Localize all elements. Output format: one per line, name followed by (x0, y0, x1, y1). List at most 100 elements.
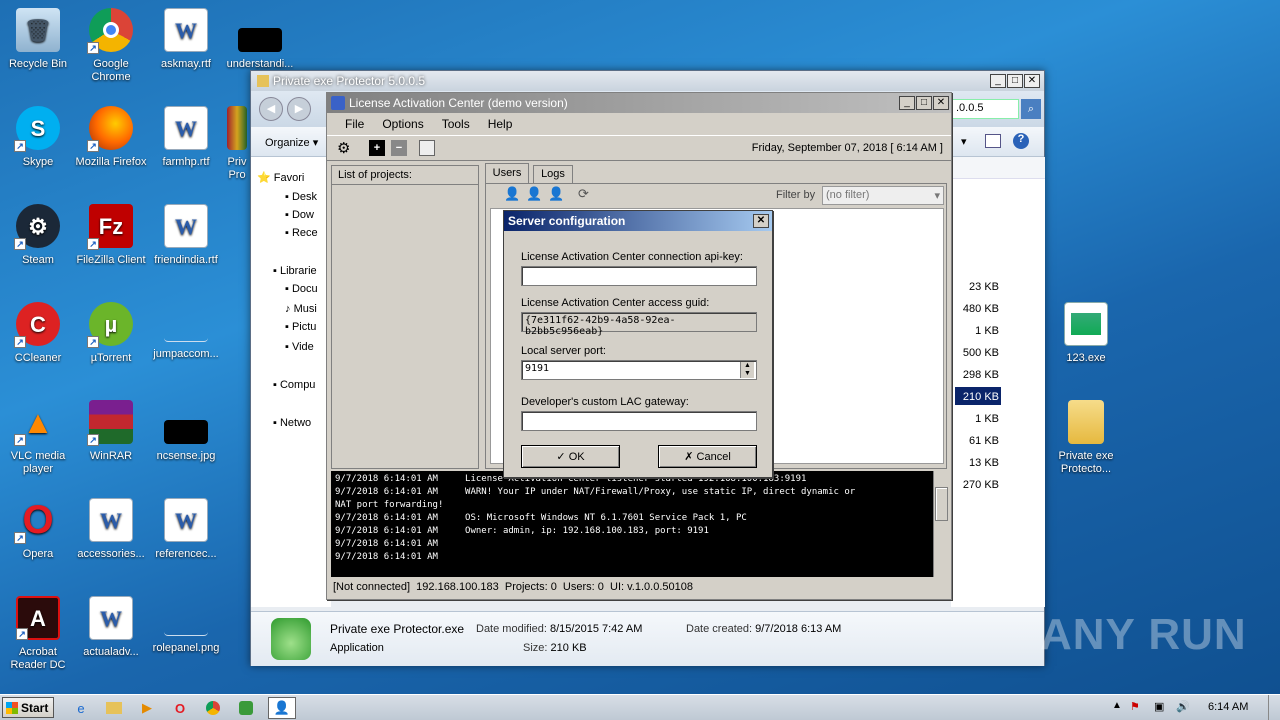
desktop-icon-recycle-bin[interactable]: 🗑 Recycle Bin (0, 8, 76, 71)
start-button[interactable]: Start (2, 697, 54, 718)
settings-icon[interactable]: ⚙ (337, 139, 350, 157)
maximize-button[interactable]: □ (916, 96, 932, 110)
desktop-icon-firefox[interactable]: ↗ Mozilla Firefox (73, 106, 149, 169)
black-file-icon (238, 28, 282, 52)
details-pane: Private exe Protector.exe Application Da… (251, 611, 1044, 666)
dialog-titlebar[interactable]: Server configuration ✕ (504, 211, 772, 231)
desktop-icon-opera[interactable]: O ↗ Opera (0, 498, 76, 561)
ok-button[interactable]: ✓ OK (521, 445, 620, 468)
preview-pane-icon[interactable] (985, 134, 1001, 148)
organize-button[interactable]: Organize ▾ (265, 136, 318, 149)
opera-taskbar-icon[interactable]: O (169, 698, 191, 718)
nav-item-pictures[interactable]: ▪ Pictu (285, 321, 316, 333)
remove-icon[interactable]: − (391, 140, 407, 156)
filter-dropdown[interactable]: (no filter) ▾ (822, 186, 944, 205)
pep-taskbar-icon[interactable] (235, 698, 257, 718)
nav-item-network[interactable]: ▪ Netwo (273, 417, 311, 429)
edit-user-icon[interactable]: 👤 (526, 186, 542, 202)
close-button[interactable]: ✕ (1024, 74, 1040, 88)
api-key-input[interactable] (521, 266, 757, 286)
desktop-icon-rolepanel[interactable]: rolepanel.png (148, 596, 224, 655)
menu-help[interactable]: Help (479, 117, 522, 131)
add-icon[interactable]: + (369, 140, 385, 156)
desktop-icon-pep-folder[interactable]: Private exe Protecto... (1048, 400, 1124, 476)
gateway-input[interactable] (521, 411, 757, 431)
lac-taskbar-icon[interactable]: 👤 (268, 697, 296, 719)
add-user-icon[interactable]: 👤 (504, 186, 520, 202)
chrome-taskbar-icon[interactable] (202, 698, 224, 718)
desktop-icon-acrobat[interactable]: A ↗ Acrobat Reader DC (0, 596, 76, 672)
nav-item-downloads[interactable]: ▪ Dow (285, 209, 314, 221)
minimize-button[interactable]: _ (899, 96, 915, 110)
forward-button[interactable]: ▶ (287, 97, 311, 121)
explorer-titlebar[interactable]: Private exe Protector 5.0.0.5 _ □ ✕ (251, 71, 1044, 91)
log-line: 9/7/2018 6:14:01 AM OS: Microsoft Window… (335, 513, 747, 523)
close-button[interactable]: ✕ (753, 214, 769, 228)
nav-item-computer[interactable]: ▪ Compu (273, 379, 315, 391)
search-icon[interactable]: ⌕ (1021, 99, 1041, 119)
desktop-icon-jumpaccom[interactable]: jumpaccom... (148, 302, 224, 361)
menu-tools[interactable]: Tools (433, 117, 479, 131)
nav-item-recent[interactable]: ▪ Rece (285, 227, 318, 239)
cancel-button[interactable]: ✗ Cancel (658, 445, 757, 468)
nav-item-documents[interactable]: ▪ Docu (285, 283, 318, 295)
desktop-icon-accessories[interactable]: W accessories... (73, 498, 149, 561)
tab-logs[interactable]: Logs (533, 165, 573, 183)
minimize-button[interactable]: _ (990, 74, 1006, 88)
close-button[interactable]: ✕ (933, 96, 949, 110)
desktop-icon-ccleaner[interactable]: C ↗ CCleaner (0, 302, 76, 365)
maximize-button[interactable]: □ (1007, 74, 1023, 88)
scroll-thumb[interactable] (935, 487, 948, 521)
desktop-icon-referencec[interactable]: W referencec... (148, 498, 224, 561)
desktop-icon-skype[interactable]: S ↗ Skype (0, 106, 76, 169)
nav-item-libraries[interactable]: ▪ Librarie (273, 265, 317, 277)
log-line: 9/7/2018 6:14:01 AM (335, 539, 438, 549)
help-icon[interactable]: ? (1013, 133, 1029, 149)
desktop-icon-filezilla[interactable]: Fz ↗ FileZilla Client (73, 204, 149, 267)
desktop-icon-vlc[interactable]: ▲ ↗ VLC media player (0, 400, 76, 476)
tray-network-icon[interactable]: ▣ (1154, 700, 1164, 713)
refresh-icon[interactable]: ⟳ (578, 186, 589, 202)
nav-item-desktop[interactable]: ▪ Desk (285, 191, 317, 203)
explorer-icon[interactable] (103, 698, 125, 718)
opera-icon: O ↗ (14, 498, 60, 544)
filezilla-icon: Fz ↗ (87, 204, 133, 250)
nav-item-favorites[interactable]: ⭐ Favori (257, 171, 304, 184)
desktop-icon-winrar[interactable]: ↗ WinRAR (73, 400, 149, 463)
menu-options[interactable]: Options (373, 117, 432, 131)
clock[interactable]: 6:14 AM (1208, 701, 1248, 713)
column-header[interactable] (951, 157, 1045, 179)
windows-logo-icon (6, 701, 18, 714)
desktop-icon-utorrent[interactable]: µ ↗ µTorrent (73, 302, 149, 365)
desktop-icon-farmhp[interactable]: W farmhp.rtf (148, 106, 224, 169)
address-bar[interactable]: .0.0.5 (951, 99, 1019, 119)
report-icon[interactable] (419, 140, 435, 156)
ie-icon[interactable]: e (70, 698, 92, 718)
desktop-icon-understand[interactable]: understandi... (222, 8, 298, 71)
desktop-icon-priv[interactable]: Priv Pro (222, 106, 252, 182)
menu-file[interactable]: File (336, 117, 373, 131)
desktop-icon-askmay[interactable]: W askmay.rtf (148, 8, 224, 71)
desktop-icon-friendindia[interactable]: W friendindia.rtf (148, 204, 224, 267)
desktop-icon-label: friendindia.rtf (154, 254, 218, 266)
log-scrollbar[interactable] (933, 471, 949, 577)
tab-users[interactable]: Users (485, 163, 529, 183)
nav-item-videos[interactable]: ▪ Vide (285, 341, 314, 353)
tray-flag-icon[interactable]: ⚑ (1130, 700, 1140, 713)
port-stepper[interactable]: 9191 (521, 360, 757, 380)
tray-volume-icon[interactable]: 🔊 (1176, 700, 1190, 713)
desktop-icon-chrome[interactable]: ↗ Google Chrome (73, 8, 149, 84)
view-options-icon[interactable]: ▾ (961, 135, 967, 148)
desktop-icon-123exe[interactable]: 123.exe (1048, 302, 1124, 365)
nav-item-music[interactable]: ♪ Musi (285, 303, 317, 315)
desktop-icon-steam[interactable]: ⚙ ↗ Steam (0, 204, 76, 267)
back-button[interactable]: ◀ (259, 97, 283, 121)
lac-titlebar[interactable]: License Activation Center (demo version)… (327, 93, 951, 113)
desktop-icon-ncsense[interactable]: ncsense.jpg (148, 400, 224, 463)
desktop-icon-actualadv[interactable]: W actualadv... (73, 596, 149, 659)
port-stepper-arrows[interactable]: ▲ ▼ (740, 362, 754, 378)
media-player-icon[interactable]: ▶ (136, 698, 158, 718)
tray-expand-icon[interactable]: ▲ (1112, 700, 1122, 711)
remove-user-icon[interactable]: 👤 (548, 186, 564, 202)
show-desktop-button[interactable] (1268, 695, 1280, 720)
